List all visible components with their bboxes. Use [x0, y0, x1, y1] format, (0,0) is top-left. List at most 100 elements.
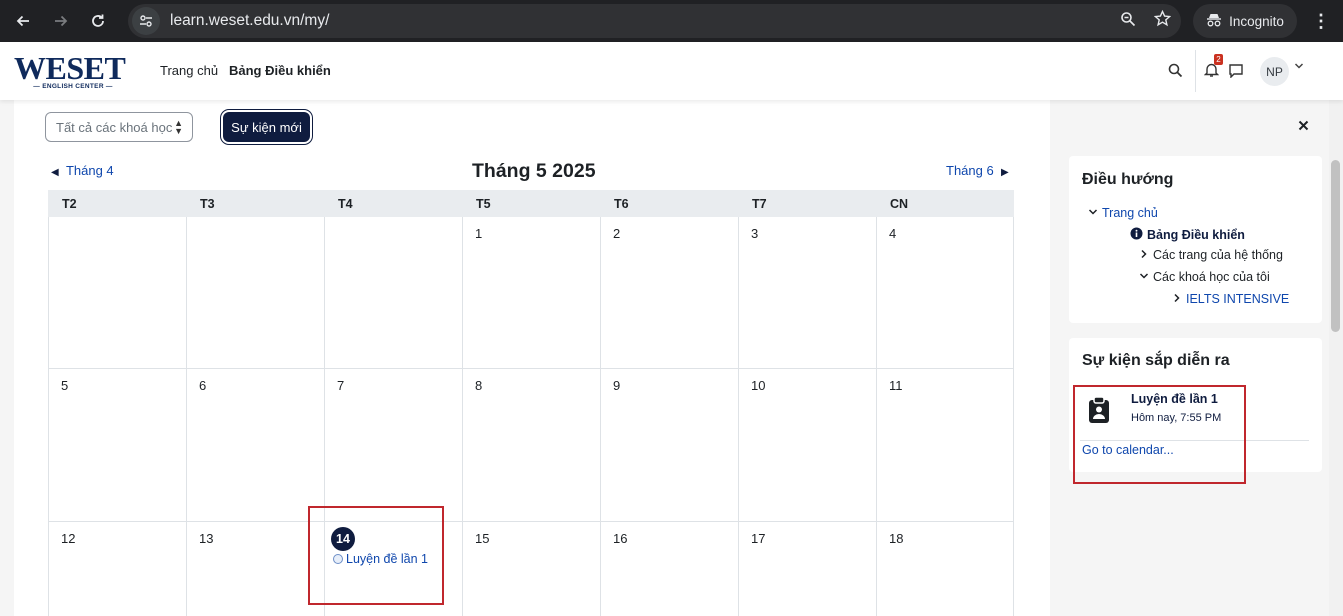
url-text[interactable]: learn.weset.edu.vn/my/ [170, 12, 329, 30]
month-title: Tháng 5 2025 [472, 160, 596, 182]
calendar-week-row: 1 2 3 4 [48, 217, 1014, 369]
nav-tree-label[interactable]: Các trang của hệ thống [1153, 248, 1283, 262]
weekday-header: T4 [338, 197, 353, 211]
day-number[interactable]: 4 [889, 226, 896, 241]
header-divider [1195, 50, 1196, 92]
day-number[interactable]: 17 [751, 531, 765, 546]
weekday-header: T3 [200, 197, 215, 211]
messages-icon[interactable] [1224, 58, 1248, 82]
day-number[interactable]: 18 [889, 531, 903, 546]
arrow-left-icon[interactable] [9, 7, 37, 35]
page-scrollbar-thumb[interactable] [1331, 160, 1340, 332]
calendar-week-row: 5 6 7 8 9 10 11 [48, 369, 1014, 522]
weset-logo[interactable]: WESET — ENGLISH CENTER — [14, 52, 132, 92]
nav-tree-home[interactable]: Trang chủ [1088, 206, 1158, 220]
notification-count-badge: 2 [1214, 54, 1223, 65]
nav-tree-label[interactable]: Các khoá học của tôi [1153, 270, 1270, 284]
page-gutter [0, 100, 14, 616]
search-icon[interactable] [1163, 58, 1187, 82]
calendar-day-cell[interactable]: 1 [462, 217, 600, 368]
calendar-day-cell[interactable]: 16 [600, 522, 738, 616]
nav-tree-label[interactable]: IELTS INTENSIVE [1186, 292, 1289, 306]
calendar-day-cell[interactable]: 3 [738, 217, 876, 368]
site-header: WESET — ENGLISH CENTER — Trang chủ Bảng … [0, 42, 1343, 100]
close-icon[interactable] [1298, 118, 1309, 135]
calendar-day-cell[interactable]: 5 [48, 369, 186, 521]
day-number[interactable]: 6 [199, 378, 206, 393]
calendar-day-cell[interactable]: 11 [876, 369, 1014, 521]
day-number[interactable]: 3 [751, 226, 758, 241]
nav-tree-my-courses[interactable]: Các khoá học của tôi [1139, 270, 1270, 284]
incognito-indicator[interactable]: Incognito [1193, 4, 1297, 38]
new-event-button[interactable]: Sự kiện mới [223, 112, 310, 142]
zoom-icon[interactable] [1120, 11, 1136, 32]
calendar-day-cell[interactable]: 12 [48, 522, 186, 616]
course-filter-value: Tất cả các khoá học [56, 120, 173, 135]
address-bar[interactable]: learn.weset.edu.vn/my/ [128, 4, 1181, 38]
chevron-down-icon[interactable] [1088, 207, 1098, 219]
weekday-header: T7 [752, 197, 767, 211]
calendar-day-cell[interactable]: 4 [876, 217, 1014, 368]
weekday-header: T5 [476, 197, 491, 211]
calendar-day-cell[interactable]: 10 [738, 369, 876, 521]
chevron-down-icon[interactable] [1139, 271, 1149, 283]
highlight-box [308, 506, 444, 605]
weekday-header: T6 [614, 197, 629, 211]
weekday-header: CN [890, 197, 909, 211]
bookmark-star-icon[interactable] [1153, 9, 1172, 32]
user-avatar[interactable]: NP [1260, 57, 1289, 86]
navigation-block-title: Điều hướng [1082, 171, 1174, 188]
day-number[interactable]: 5 [61, 378, 68, 393]
course-filter-select[interactable]: Tất cả các khoá học ▲ ▼ [45, 112, 193, 142]
next-month-link[interactable]: Tháng 6 ▶ [946, 163, 1009, 178]
logo-text: WESET [14, 50, 126, 86]
incognito-icon [1206, 13, 1222, 30]
day-number[interactable]: 10 [751, 378, 765, 393]
reload-icon[interactable] [84, 7, 112, 35]
chevron-down-icon[interactable] [1294, 62, 1304, 73]
day-number[interactable]: 11 [889, 378, 903, 393]
triangle-right-icon: ▶ [1000, 167, 1009, 178]
chevron-right-icon[interactable] [1172, 293, 1182, 306]
chevron-right-icon[interactable] [1139, 249, 1149, 262]
calendar-day-cell[interactable]: 8 [462, 369, 600, 521]
nav-dashboard-link[interactable]: Bảng Điều khiển [229, 63, 331, 78]
calendar-day-cell[interactable]: 7 [324, 369, 462, 521]
calendar-day-cell-empty [48, 217, 186, 368]
day-number[interactable]: 12 [61, 531, 75, 546]
day-number[interactable]: 16 [613, 531, 627, 546]
upcoming-events-title: Sự kiện sắp diễn ra [1082, 352, 1230, 369]
calendar-day-cell[interactable]: 6 [186, 369, 324, 521]
incognito-label: Incognito [1229, 13, 1284, 29]
day-number[interactable]: 13 [199, 531, 213, 546]
previous-month-link[interactable]: ◀ Tháng 4 [51, 163, 114, 178]
nav-tree-course[interactable]: IELTS INTENSIVE [1172, 292, 1289, 306]
calendar-day-cell[interactable]: 13 [186, 522, 324, 616]
arrow-right-icon[interactable] [47, 7, 75, 35]
weekday-header: T2 [62, 197, 77, 211]
day-number[interactable]: 15 [475, 531, 489, 546]
calendar-day-cell[interactable]: 9 [600, 369, 738, 521]
nav-home-link[interactable]: Trang chủ [160, 63, 218, 78]
browser-toolbar: learn.weset.edu.vn/my/ Incognito ⋮ [0, 0, 1343, 42]
calendar-day-cell[interactable]: 15 [462, 522, 600, 616]
site-info-icon[interactable] [132, 7, 160, 35]
nav-tree-site-pages[interactable]: Các trang của hệ thống [1139, 248, 1283, 262]
select-arrows-icon: ▲ ▼ [174, 118, 183, 136]
day-number[interactable]: 7 [337, 378, 344, 393]
calendar-day-cell[interactable]: 17 [738, 522, 876, 616]
day-number[interactable]: 2 [613, 226, 620, 241]
month-calendar-grid: T2 T3 T4 T5 T6 T7 CN 1 2 3 4 5 6 7 8 9 1… [48, 190, 1014, 616]
browser-menu-icon[interactable]: ⋮ [1310, 7, 1332, 35]
triangle-left-icon: ◀ [51, 167, 59, 178]
calendar-day-cell[interactable]: 18 [876, 522, 1014, 616]
nav-tree-label[interactable]: Bảng Điều khiển [1147, 228, 1245, 242]
nav-tree-label[interactable]: Trang chủ [1102, 206, 1158, 220]
day-number[interactable]: 9 [613, 378, 620, 393]
day-number[interactable]: 1 [475, 226, 482, 241]
calendar-day-cell[interactable]: 2 [600, 217, 738, 368]
weekday-header-row: T2 T3 T4 T5 T6 T7 CN [48, 190, 1014, 217]
nav-tree-dashboard[interactable]: Bảng Điều khiển [1130, 227, 1245, 243]
day-number[interactable]: 8 [475, 378, 482, 393]
page-gutter-right [1050, 100, 1062, 616]
